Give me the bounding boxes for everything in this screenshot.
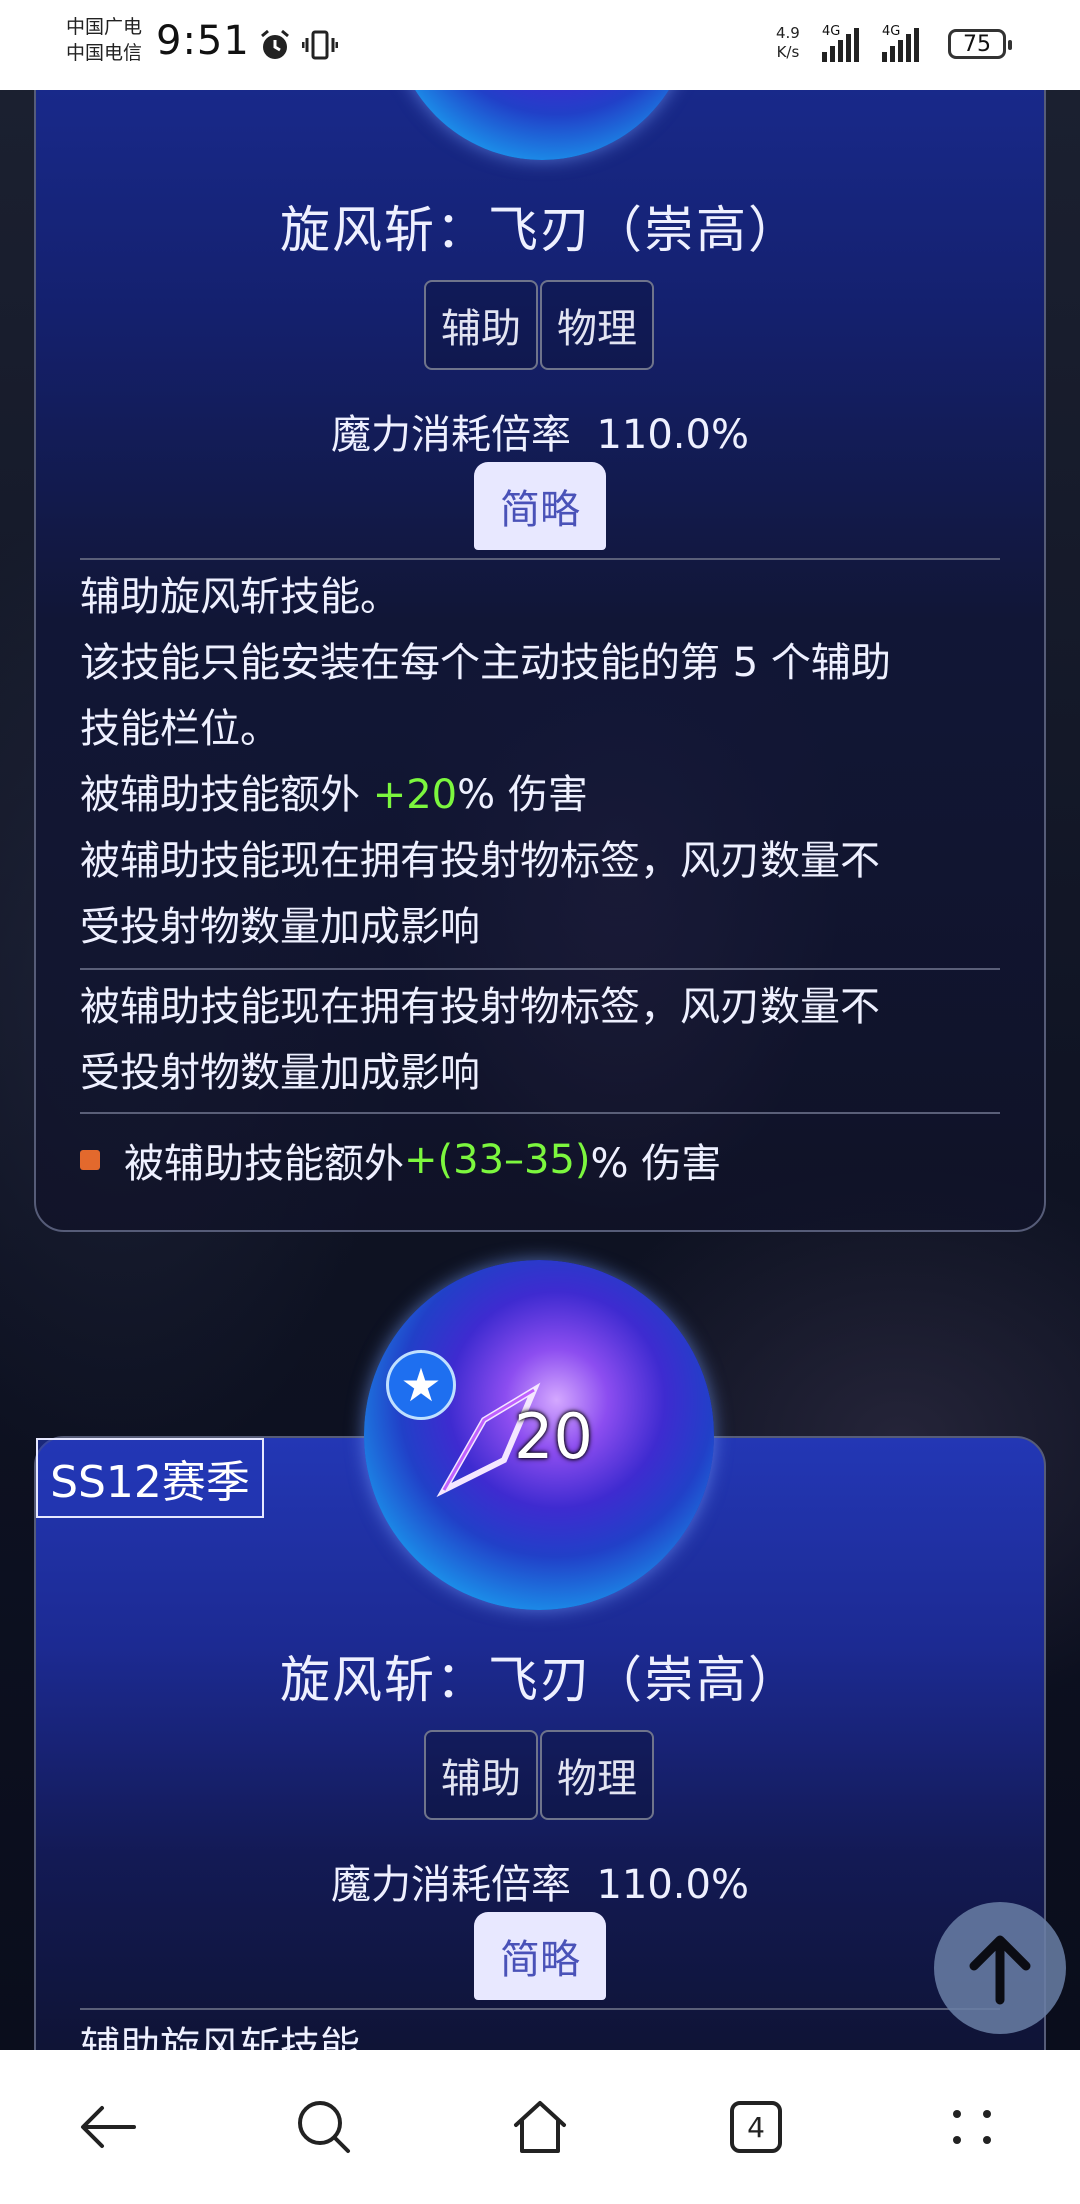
brief-toggle-button[interactable]: 简略 <box>474 1912 606 2000</box>
skill-description: 辅助旋风斩技能。 该技能只能安装在每个主动技能的第 5 个辅助 技能栏位。 被辅… <box>80 574 891 950</box>
skill-tags: 辅助 物理 <box>424 280 654 370</box>
brief-toggle-button[interactable]: 简略 <box>474 462 606 550</box>
season-badge: SS12赛季 <box>36 1438 264 1518</box>
search-icon <box>298 2101 350 2153</box>
mana-multiplier: 魔力消耗倍率 110.0% <box>331 412 749 458</box>
tag-physical[interactable]: 物理 <box>540 1730 654 1820</box>
carrier-info: 中国广电 中国电信 <box>66 14 142 66</box>
skill-title: 旋风斩：飞刃（崇高） <box>280 1651 800 1709</box>
search-button[interactable] <box>264 2067 384 2187</box>
home-icon <box>514 2101 566 2153</box>
page-content[interactable]: 旋风斩：飞刃（崇高） 辅助 物理 魔力消耗倍率 110.0% 简略 辅助旋风斩技… <box>0 90 1080 2050</box>
browser-bottom-nav: 4 <box>0 2050 1080 2204</box>
carrier-2: 中国电信 <box>66 42 143 64</box>
skill-title: 旋风斩：飞刃（崇高） <box>280 201 800 259</box>
bullet-icon <box>80 1150 100 1170</box>
divider <box>80 968 1000 970</box>
tag-support[interactable]: 辅助 <box>424 280 538 370</box>
gem-level: 20 <box>514 1400 593 1473</box>
carrier-1: 中国广电 <box>66 16 143 38</box>
arrow-up-icon <box>969 1935 1031 2005</box>
divider <box>80 1112 1000 1114</box>
modifier-row: 被辅助技能额外 +(33–35)% 伤害 <box>80 1120 1000 1200</box>
net-speed: 4.9 K/s <box>776 24 800 61</box>
battery-icon: 75 <box>948 29 1012 59</box>
skill-extra-text: 被辅助技能现在拥有投射物标签，风刃数量不 受投射物数量加成影响 <box>80 984 880 1096</box>
vibrate-icon <box>301 30 339 59</box>
back-arrow-icon <box>81 2106 136 2148</box>
star-icon: ★ <box>386 1350 456 1420</box>
mana-multiplier: 魔力消耗倍率 110.0% <box>331 1862 749 1908</box>
status-time: 9:51 <box>156 18 250 64</box>
skill-tags: 辅助 物理 <box>424 1730 654 1820</box>
divider <box>80 2008 1000 2010</box>
tabs-button[interactable]: 4 <box>696 2067 816 2187</box>
tag-physical[interactable]: 物理 <box>540 280 654 370</box>
status-icons <box>258 26 339 62</box>
menu-button[interactable] <box>912 2067 1032 2187</box>
back-button[interactable] <box>48 2067 168 2187</box>
skill-gem-icon: ★ 20 <box>364 1260 714 1610</box>
scroll-to-top-button[interactable] <box>934 1902 1066 2034</box>
signal-sim2-icon: 4G <box>882 24 938 62</box>
alarm-icon <box>261 29 289 59</box>
skill-description: 辅助旋风斩技能 <box>80 2024 360 2050</box>
divider <box>80 558 1000 560</box>
more-icon <box>953 2110 991 2144</box>
tag-support[interactable]: 辅助 <box>424 1730 538 1820</box>
home-button[interactable] <box>480 2067 600 2187</box>
tab-count: 4 <box>730 2101 782 2153</box>
status-bar: 中国广电 中国电信 9:51 4.9 K/s 4G 4G 75 <box>0 0 1080 90</box>
signal-sim1-icon: 4G <box>822 24 870 62</box>
